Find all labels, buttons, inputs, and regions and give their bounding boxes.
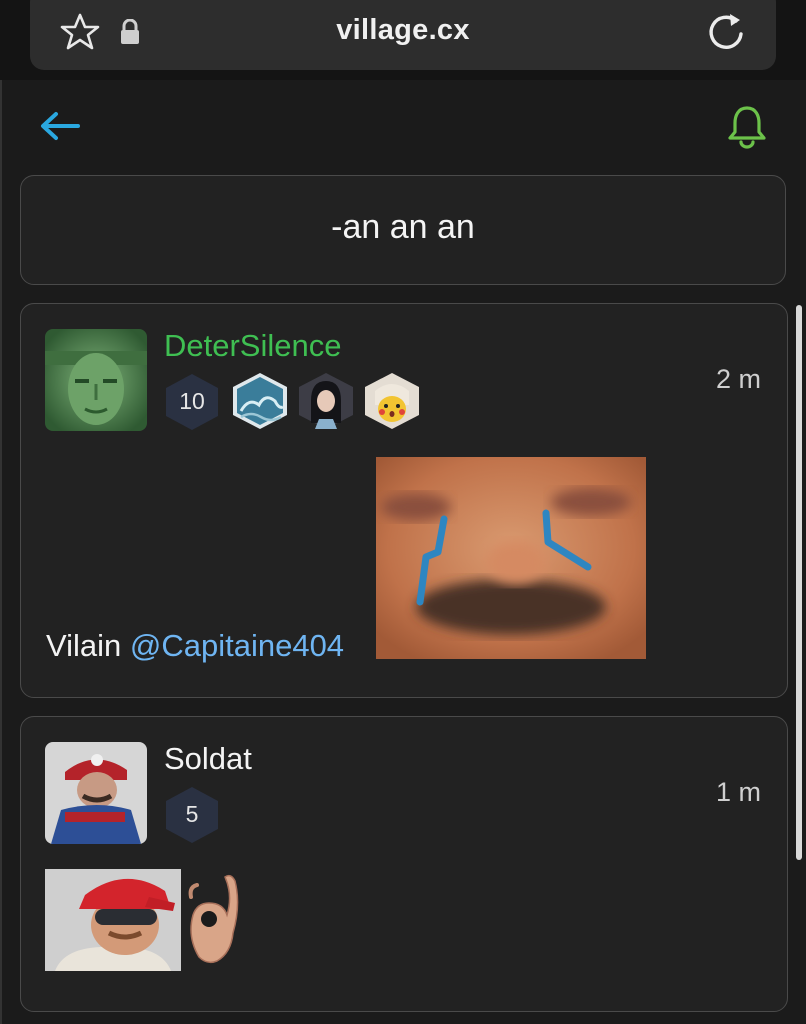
page-edge [0, 80, 2, 1024]
browser-toolbar: village.cx [0, 0, 806, 80]
post-body: Vilain [46, 628, 130, 663]
bell-icon[interactable] [726, 104, 768, 150]
post-time: 1 m [715, 777, 761, 807]
post-text: Vilain @Capitaine404 [46, 628, 344, 664]
save-canada-man-sticker[interactable] [45, 869, 181, 971]
post: DeterSilence 10 2 m Vilain @Capitaine404 [20, 303, 788, 698]
girl-badge [299, 373, 353, 429]
thread-title: -an an an [331, 208, 475, 246]
username[interactable]: Soldat [164, 741, 252, 777]
mention-link[interactable]: @Capitaine404 [130, 628, 344, 663]
reload-icon[interactable] [704, 10, 748, 54]
scrollbar[interactable] [796, 305, 802, 860]
level-badge: 10 [164, 372, 220, 432]
url-text[interactable]: village.cx [0, 14, 806, 47]
wave-badge [233, 373, 287, 429]
level-badge: 5 [164, 785, 220, 845]
level-value: 5 [185, 801, 199, 827]
ok-hand-sticker[interactable] [185, 867, 245, 969]
crying-face-sticker[interactable] [376, 457, 646, 659]
pikachu-badge [365, 373, 419, 429]
level-value: 10 [179, 388, 205, 414]
arrow-left-icon[interactable] [38, 108, 82, 144]
avatar[interactable] [45, 329, 147, 431]
username[interactable]: DeterSilence [164, 328, 341, 364]
thread-title-card: -an an an [20, 175, 786, 285]
post: Soldat 5 1 m [20, 716, 788, 1012]
post-time: 2 m [715, 364, 761, 394]
avatar[interactable] [45, 742, 147, 844]
